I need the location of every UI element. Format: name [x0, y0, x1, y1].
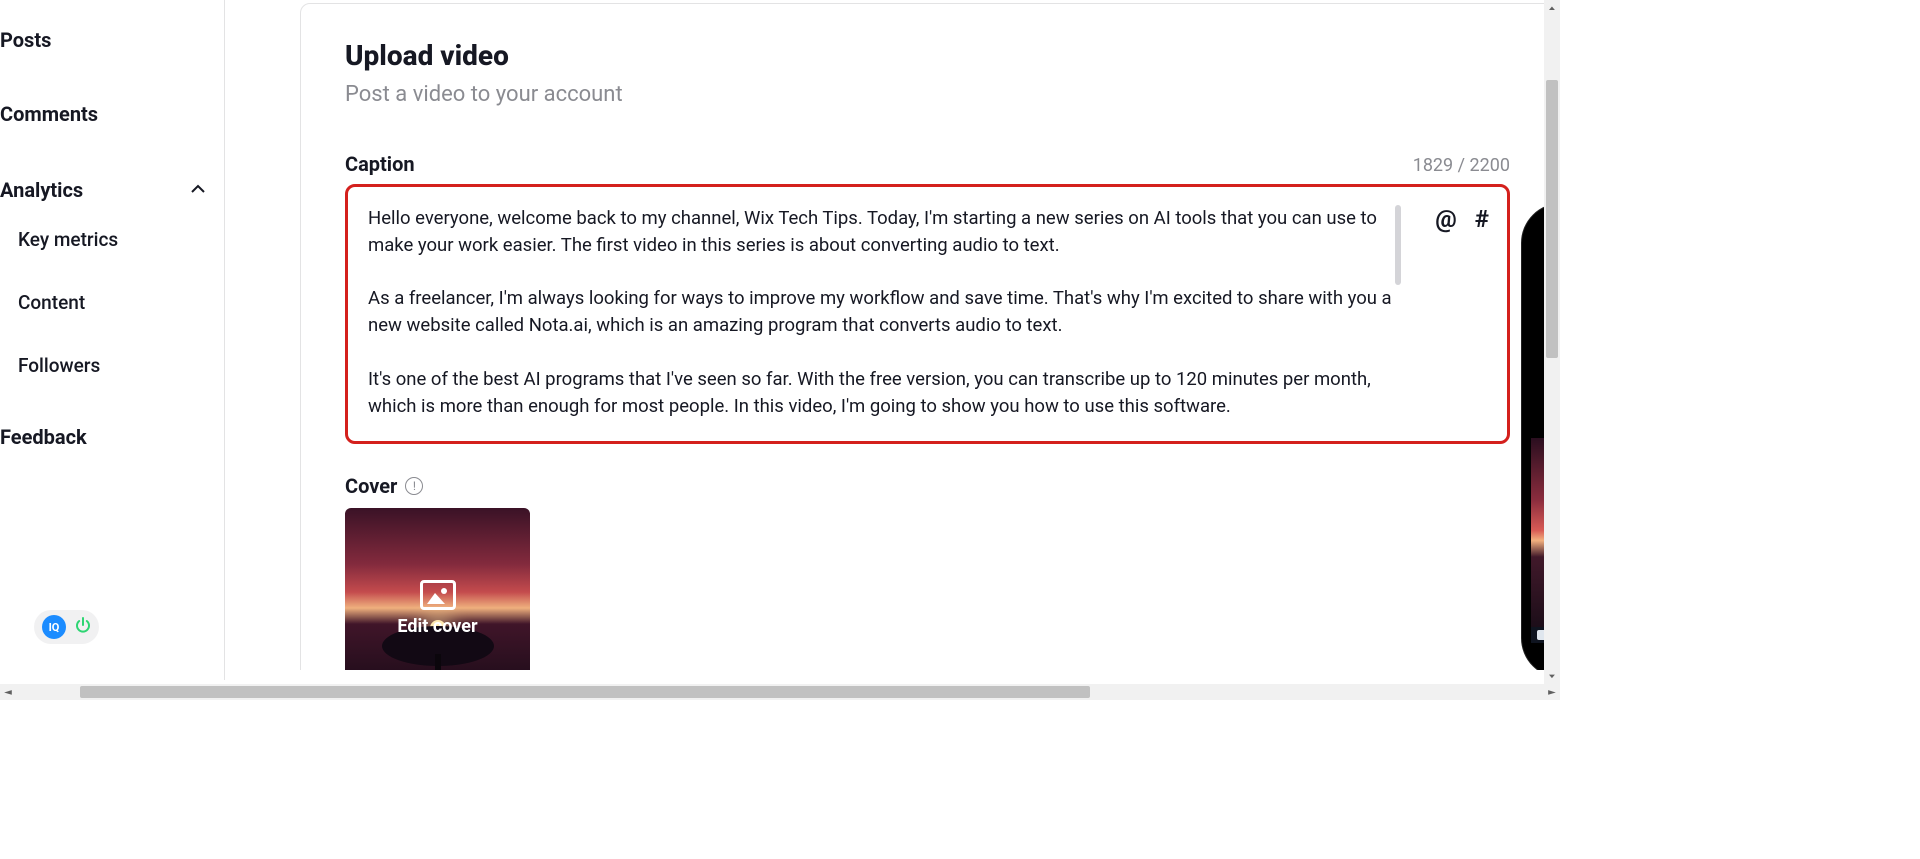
- sidebar-item-comments[interactable]: Comments: [0, 96, 224, 132]
- chevron-up-icon: [190, 178, 224, 202]
- scroll-left-button[interactable]: ◀: [0, 687, 16, 697]
- iq-badge-label: IQ: [49, 621, 60, 634]
- sidebar-item-label: Comments: [0, 102, 98, 126]
- sidebar-sub-label: Content: [18, 291, 85, 314]
- page-title: Upload video: [345, 39, 1510, 72]
- caption-textarea[interactable]: Hello everyone, welcome back to my chann…: [345, 184, 1510, 444]
- main-area: Upload video Post a video to your accoun…: [300, 0, 1560, 670]
- sidebar-item-label: Feedback: [0, 425, 87, 449]
- scroll-up-button[interactable]: ▲: [1544, 3, 1560, 13]
- cover-label: Cover: [345, 474, 397, 498]
- sidebar-sub-key-metrics[interactable]: Key metrics: [0, 208, 224, 271]
- sidebar-sub-followers[interactable]: Followers: [0, 334, 224, 397]
- sidebar-item-analytics[interactable]: Analytics: [0, 172, 224, 208]
- sidebar-sub-label: Followers: [18, 354, 100, 377]
- scroll-down-button[interactable]: ▼: [1544, 671, 1560, 681]
- sidebar-item-label: Analytics: [0, 178, 83, 202]
- sidebar-item-feedback[interactable]: Feedback: [0, 419, 224, 455]
- caption-scrollbar[interactable]: [1395, 205, 1401, 285]
- hashtag-button[interactable]: #: [1475, 205, 1489, 233]
- caption-text[interactable]: Hello everyone, welcome back to my chann…: [368, 205, 1409, 420]
- vertical-scrollbar[interactable]: ▲ ▼: [1544, 0, 1560, 684]
- vertical-scroll-thumb[interactable]: [1546, 80, 1558, 358]
- info-icon[interactable]: !: [405, 477, 423, 495]
- iq-badge-icon: IQ: [42, 615, 66, 639]
- page-subtitle: Post a video to your account: [345, 82, 1510, 107]
- sidebar-item-label: Posts: [0, 28, 51, 52]
- sidebar-sub-content[interactable]: Content: [0, 271, 224, 334]
- image-icon: [420, 580, 456, 610]
- upload-card: Upload video Post a video to your accoun…: [300, 3, 1555, 670]
- power-icon: [75, 617, 91, 637]
- sidebar-sub-label: Key metrics: [18, 228, 118, 251]
- caption-label: Caption: [345, 152, 415, 176]
- edit-cover-label: Edit cover: [397, 616, 477, 637]
- sidebar-item-posts[interactable]: Posts: [0, 22, 224, 58]
- scroll-right-button[interactable]: ▶: [1544, 687, 1560, 697]
- caption-char-count: 1829 / 2200: [1413, 155, 1510, 176]
- cover-thumbnail[interactable]: Edit cover: [345, 508, 530, 670]
- sidebar: Posts Comments Analytics Key metrics Con…: [0, 0, 225, 680]
- horizontal-scroll-thumb[interactable]: [80, 686, 1090, 698]
- mention-button[interactable]: @: [1435, 205, 1457, 233]
- horizontal-scrollbar[interactable]: ◀ ▶: [0, 684, 1560, 700]
- extension-toggle-pill[interactable]: IQ: [34, 610, 99, 644]
